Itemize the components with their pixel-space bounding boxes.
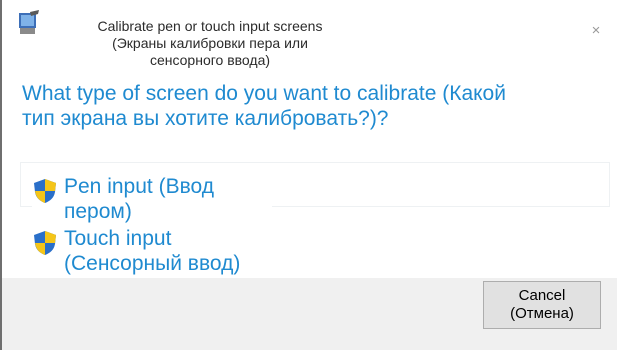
- page-heading: What type of screen do you want to calib…: [22, 82, 506, 130]
- cancel-button[interactable]: Cancel (Отмена): [483, 281, 601, 329]
- title-bar: Calibrate pen or touch input screens (Эк…: [2, 0, 617, 78]
- calibration-icon: [18, 10, 40, 36]
- dialog-footer: Cancel (Отмена): [2, 278, 617, 350]
- window-title: Calibrate pen or touch input screens (Эк…: [97, 18, 323, 68]
- uac-shield-icon: [32, 230, 58, 256]
- touch-input-option[interactable]: Touch input (Сенсорный ввод): [32, 226, 272, 280]
- pen-input-option[interactable]: Pen input (Ввод пером): [32, 174, 272, 228]
- pen-input-label: Pen input (Ввод пером): [64, 175, 214, 223]
- calibration-dialog: Calibrate pen or touch input screens (Эк…: [0, 0, 617, 350]
- uac-shield-icon: [32, 178, 58, 204]
- touch-input-label: Touch input (Сенсорный ввод): [64, 227, 241, 275]
- close-button[interactable]: ×: [587, 22, 605, 40]
